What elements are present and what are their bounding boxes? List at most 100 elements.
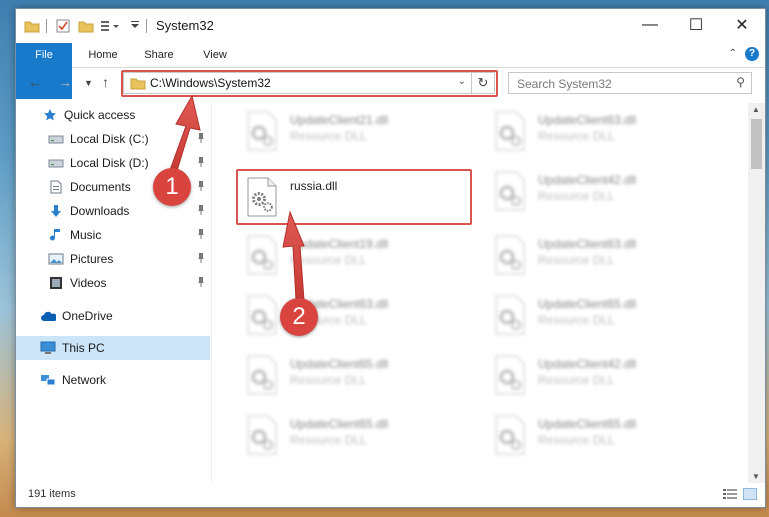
vertical-scrollbar[interactable]: ▲ ▼ bbox=[748, 103, 765, 483]
tab-view[interactable]: View bbox=[190, 43, 240, 67]
dll-file-icon bbox=[495, 235, 525, 275]
file-name: UpdateClient21.dll bbox=[290, 113, 389, 127]
nav-onedrive[interactable]: OneDrive bbox=[16, 304, 210, 328]
pin-icon bbox=[198, 205, 204, 215]
qa-separator bbox=[146, 19, 147, 33]
scroll-thumb[interactable] bbox=[751, 119, 762, 169]
scroll-down-icon[interactable]: ▼ bbox=[752, 472, 760, 481]
nav-item-videos[interactable]: Videos bbox=[16, 271, 210, 295]
list-item[interactable]: UpdateClient65.dll Resource DLL bbox=[238, 349, 478, 405]
music-icon bbox=[48, 228, 64, 242]
file-list: UpdateClient21.dll Resource DLL russia.d… bbox=[224, 103, 746, 483]
list-item[interactable]: UpdateClient65.dll Resource DLL bbox=[238, 409, 478, 465]
pane-divider bbox=[211, 103, 212, 483]
list-item[interactable]: UpdateClient63.dll Resource DLL bbox=[486, 229, 726, 285]
nav-label: This PC bbox=[62, 341, 105, 355]
dll-file-icon bbox=[247, 235, 277, 275]
file-type: Resource DLL bbox=[538, 313, 615, 327]
step-2-badge: 2 bbox=[280, 298, 318, 336]
list-item[interactable]: UpdateClient63.dll Resource DLL bbox=[486, 105, 726, 161]
drive-icon bbox=[48, 132, 64, 146]
dll-file-icon bbox=[247, 111, 277, 151]
recent-locations-icon[interactable]: ▼ bbox=[84, 78, 93, 88]
list-item[interactable]: UpdateClient65.dll Resource DLL bbox=[486, 409, 726, 465]
help-button[interactable]: ? bbox=[745, 47, 759, 61]
file-name: UpdateClient42.dll bbox=[538, 357, 637, 371]
pictures-icon bbox=[48, 252, 64, 266]
list-item[interactable]: UpdateClient42.dll Resource DLL bbox=[486, 165, 726, 221]
details-view-icon[interactable] bbox=[723, 488, 737, 500]
file-type: Resource DLL bbox=[290, 433, 367, 447]
nav-item-pictures[interactable]: Pictures bbox=[16, 247, 210, 271]
back-arrow-icon[interactable]: ← bbox=[28, 74, 42, 90]
nav-item-local-disk-c[interactable]: Local Disk (C:) bbox=[16, 127, 210, 151]
dll-file-icon bbox=[247, 355, 277, 395]
address-bar-highlight bbox=[121, 70, 498, 97]
pin-icon bbox=[198, 229, 204, 239]
dll-file-icon bbox=[495, 415, 525, 455]
tab-share[interactable]: Share bbox=[134, 43, 184, 67]
large-icons-view-icon[interactable] bbox=[743, 488, 757, 500]
window-title: System32 bbox=[156, 18, 214, 33]
nav-label: Quick access bbox=[64, 108, 136, 122]
status-bar: 191 items bbox=[16, 483, 765, 507]
scroll-up-icon[interactable]: ▲ bbox=[752, 105, 760, 114]
file-name: UpdateClient65.dll bbox=[290, 417, 389, 431]
view-switcher bbox=[723, 488, 757, 500]
pin-icon bbox=[198, 181, 204, 191]
nav-this-pc[interactable]: This PC bbox=[16, 336, 210, 360]
properties-icon[interactable] bbox=[56, 18, 70, 34]
file-type: Resource DLL bbox=[538, 129, 615, 143]
file-type: Resource DLL bbox=[538, 373, 615, 387]
file-name: UpdateClient63.dll bbox=[538, 237, 637, 251]
customize-toolbar-icon[interactable] bbox=[100, 18, 122, 34]
videos-icon bbox=[48, 276, 64, 290]
nav-label: Downloads bbox=[70, 204, 130, 218]
cloud-icon bbox=[40, 309, 56, 323]
file-name: UpdateClient65.dll bbox=[538, 297, 637, 311]
title-bar: System32 — ☐ ✕ bbox=[16, 9, 765, 43]
nav-network[interactable]: Network bbox=[16, 368, 210, 392]
search-icon[interactable]: ⚲ bbox=[736, 75, 745, 89]
close-button[interactable]: ✕ bbox=[719, 9, 765, 41]
chevron-up-icon[interactable]: ⌃ bbox=[729, 48, 737, 59]
chevron-down-icon[interactable] bbox=[130, 18, 140, 34]
forward-arrow-icon[interactable]: → bbox=[58, 74, 72, 90]
dll-file-icon bbox=[495, 171, 525, 211]
qa-separator bbox=[46, 19, 47, 33]
item-count: 191 items bbox=[28, 488, 76, 500]
list-item[interactable]: UpdateClient65.dll Resource DLL bbox=[486, 289, 726, 345]
file-type: Resource DLL bbox=[290, 373, 367, 387]
computer-icon bbox=[40, 341, 56, 355]
nav-label: Local Disk (C:) bbox=[70, 132, 149, 146]
tab-home[interactable]: Home bbox=[78, 43, 128, 67]
file-type: Resource DLL bbox=[538, 189, 615, 203]
minimize-button[interactable]: — bbox=[627, 9, 673, 41]
dll-file-icon bbox=[495, 355, 525, 395]
list-item[interactable]: UpdateClient42.dll Resource DLL bbox=[486, 349, 726, 405]
pin-icon bbox=[198, 253, 204, 263]
file-highlight bbox=[236, 169, 472, 225]
list-item[interactable]: UpdateClient63.dll Resource DLL bbox=[238, 289, 478, 345]
file-name: UpdateClient19.dll bbox=[290, 237, 389, 251]
new-folder-icon[interactable] bbox=[78, 18, 94, 34]
nav-label: Local Disk (D:) bbox=[70, 156, 149, 170]
list-item[interactable]: UpdateClient21.dll Resource DLL bbox=[238, 105, 478, 161]
up-arrow-icon[interactable]: ↑ bbox=[102, 74, 109, 90]
nav-item-music[interactable]: Music bbox=[16, 223, 210, 247]
explorer-window: System32 — ☐ ✕ File Home Share View ⌃ ? … bbox=[15, 8, 766, 508]
pin-icon bbox=[198, 133, 204, 143]
nav-quick-access[interactable]: Quick access bbox=[16, 103, 210, 127]
file-name: UpdateClient65.dll bbox=[290, 357, 389, 371]
nav-label: Documents bbox=[70, 180, 131, 194]
search-input[interactable] bbox=[515, 75, 719, 93]
file-type: Resource DLL bbox=[538, 253, 615, 267]
folder-icon bbox=[24, 18, 40, 34]
navigation-bar: ← → ▼ ↑ C:\Windows\System32 ⌄ ↻ ⚲ bbox=[16, 68, 765, 98]
search-box[interactable]: ⚲ bbox=[508, 72, 752, 94]
nav-label: OneDrive bbox=[62, 309, 113, 323]
list-item[interactable]: UpdateClient19.dll Resource DLL bbox=[238, 229, 478, 285]
file-type: Resource DLL bbox=[290, 129, 367, 143]
step-1-badge: 1 bbox=[153, 168, 191, 206]
maximize-button[interactable]: ☐ bbox=[673, 9, 719, 41]
